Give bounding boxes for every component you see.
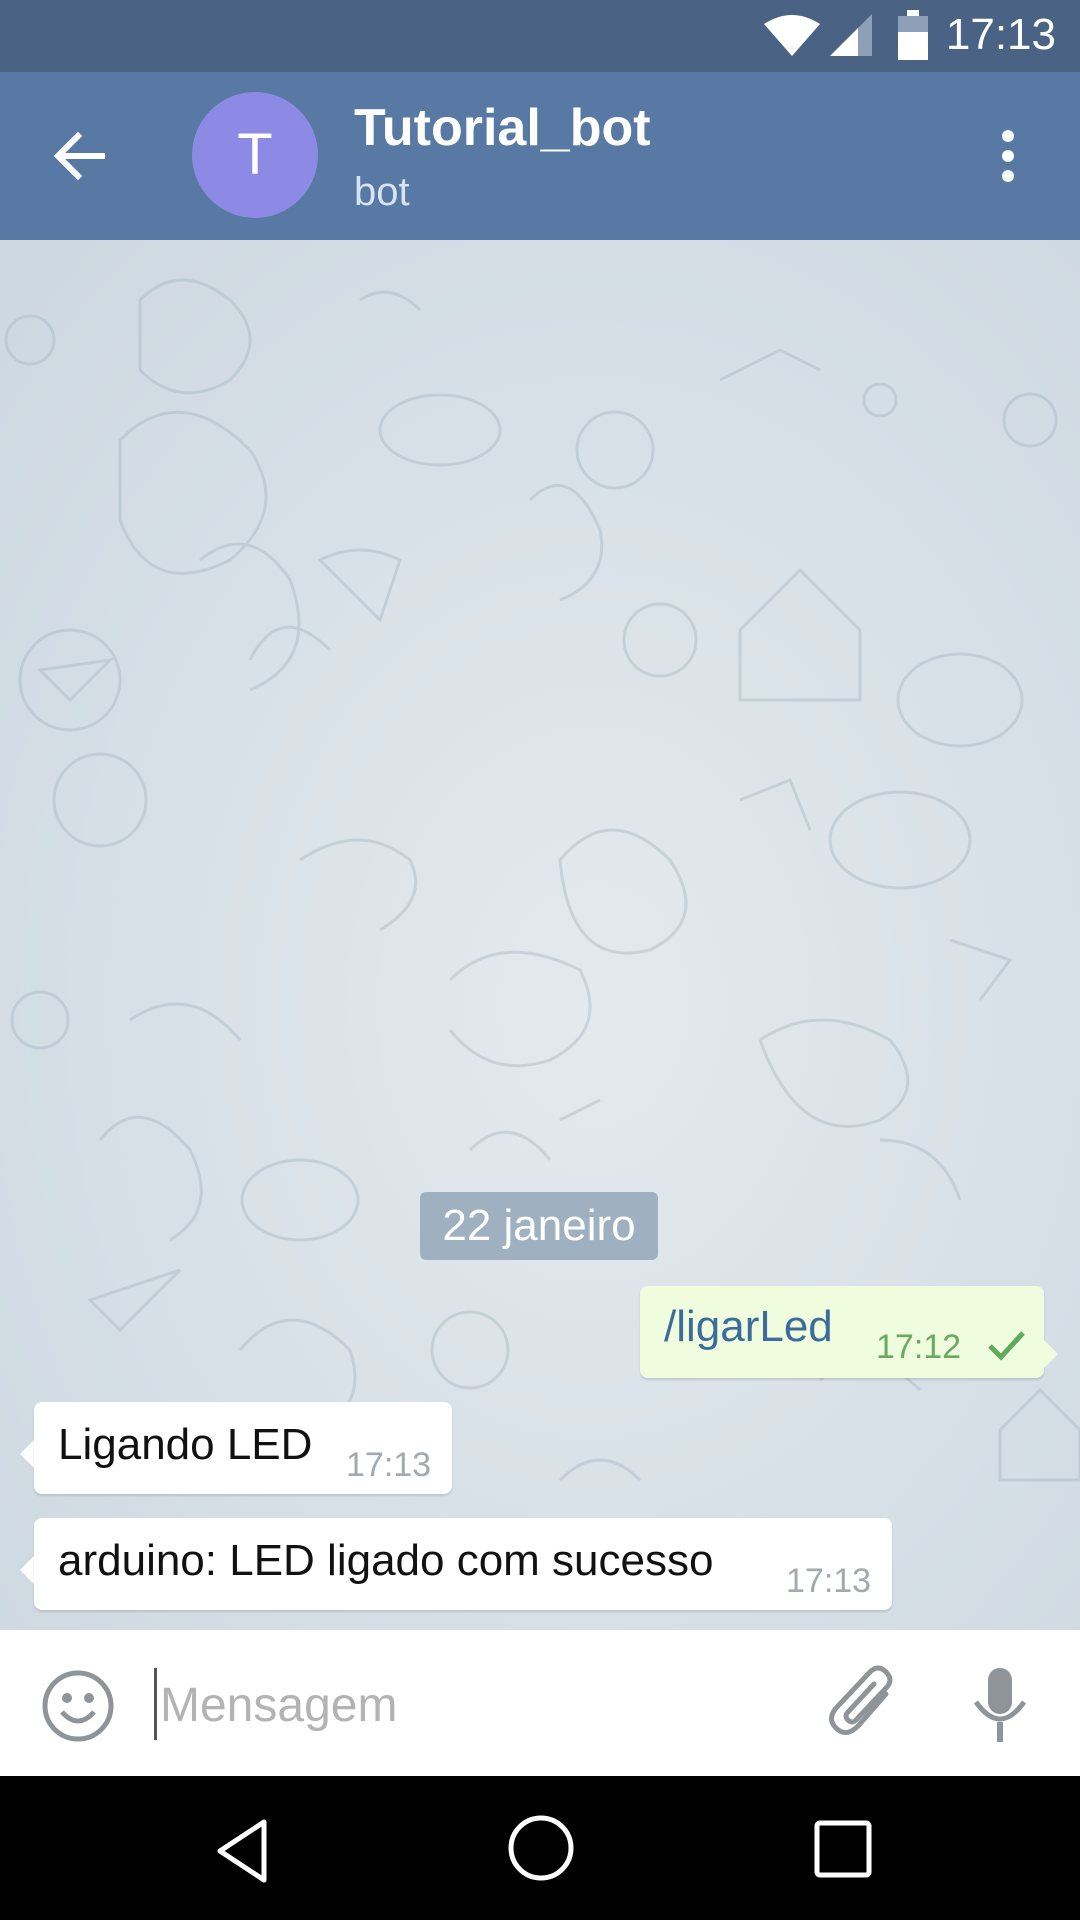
check-icon [988,1331,1025,1361]
composer-bar [0,1630,1080,1776]
message-time: 17:12 [876,1328,962,1366]
status-bar: 17:13 [0,0,1080,72]
outgoing-message[interactable]: /ligarLed 17:12 [640,1286,1044,1378]
bubble-tail [1044,1340,1058,1368]
message-input[interactable] [158,1664,802,1746]
nav-back-icon[interactable] [208,1816,278,1886]
text-cursor [154,1668,157,1740]
bubble-tail [20,1556,34,1584]
battery-icon [898,10,928,60]
chat-subtitle: bot [354,170,410,214]
attach-icon[interactable] [826,1664,902,1744]
message-text: Ligando LED [58,1420,313,1469]
back-arrow-icon[interactable] [48,124,112,188]
chat-area[interactable]: 22 janeiro /ligarLed 17:12 Ligando LED 1… [0,240,1080,1630]
chat-header: T Tutorial_bot bot [0,72,1080,240]
microphone-icon[interactable] [970,1666,1030,1746]
message-text: arduino: LED ligado com sucesso [58,1536,714,1585]
nav-recent-apps-icon[interactable] [812,1818,874,1880]
wifi-icon [764,15,820,56]
message-text: /ligarLed [664,1302,833,1351]
status-time: 17:13 [945,10,1056,59]
chat-title[interactable]: Tutorial_bot [354,98,651,158]
signal-icon [830,14,872,56]
system-nav-bar [0,1776,1080,1920]
nav-home-icon[interactable] [505,1812,577,1884]
incoming-message[interactable]: Ligando LED 17:13 [34,1402,452,1494]
more-vert-icon[interactable] [990,128,1026,184]
bubble-tail [20,1440,34,1468]
date-separator: 22 janeiro [420,1192,658,1260]
incoming-message[interactable]: arduino: LED ligado com sucesso 17:13 [34,1518,892,1610]
message-time: 17:13 [786,1562,872,1600]
emoji-icon[interactable] [40,1668,116,1744]
message-time: 17:13 [346,1446,432,1484]
avatar[interactable]: T [192,92,318,218]
